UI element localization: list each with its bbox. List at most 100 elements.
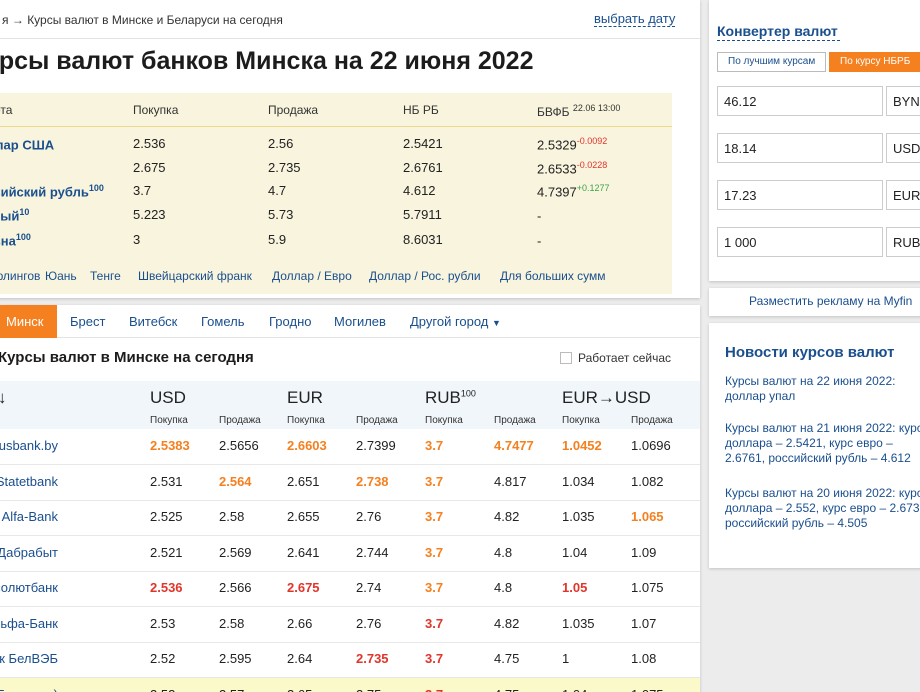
summary-buy: 2.675 [133, 160, 166, 175]
converter-title[interactable]: Конвертер валют [717, 23, 838, 39]
rate-value: 1.0696 [631, 438, 671, 453]
currency-link[interactable]: Для больших сумм [500, 269, 606, 283]
currency-column-header[interactable]: EUR [287, 388, 323, 408]
tab-city[interactable]: Брест [64, 305, 111, 338]
converter-amount-input[interactable]: 46.12 [717, 86, 883, 116]
sell-subheader[interactable]: Продажа [494, 415, 536, 426]
currency-link[interactable]: Швейцарский франк [138, 269, 252, 283]
sort-arrow-icon[interactable]: ↓ [0, 388, 7, 408]
works-now-checkbox[interactable] [560, 352, 572, 364]
tab-city[interactable]: Могилев [328, 305, 392, 338]
sell-subheader[interactable]: Продажа [631, 415, 673, 426]
bank-name-link[interactable]: Альфа-Банк [0, 616, 58, 631]
currency-name[interactable]: Злотый10 [0, 207, 29, 223]
bvfb-time: 22.06 13:00 [572, 103, 621, 113]
buy-subheader[interactable]: Покупка [150, 415, 188, 426]
rate-value: 2.675 [287, 580, 320, 595]
rate-value: 1.075 [631, 687, 664, 692]
bank-name-link[interactable]: InSync by Alfa-Bank [0, 509, 58, 524]
currency-column-header[interactable]: USD [150, 388, 186, 408]
rate-value: 4.82 [494, 615, 520, 631]
bank-name-link[interactable]: Абсолютбанк [0, 580, 58, 595]
buy-subheader[interactable]: Покупка [287, 415, 325, 426]
table-row: Банк ВТБ (Беларусь) 2.52 2.57 2.65 2.75 3.7 4.… [0, 677, 700, 692]
rate-value: 2.569 [219, 544, 252, 560]
rate-value: 4.82 [494, 509, 520, 524]
currency-link[interactable]: Доллар / Евро [272, 269, 352, 283]
summary-nb: 5.7911 [403, 207, 442, 222]
tab-city[interactable]: Гомель [195, 305, 251, 338]
sell-subheader[interactable]: Продажа [219, 415, 261, 426]
table-row: InSync by Alfa-Bank 2.525 2.58 2.655 2.76 3.7… [0, 500, 700, 536]
bank-name-link[interactable]: Банк ВТБ (Беларусь) [0, 687, 58, 692]
rate-value: 2.651 [287, 473, 320, 489]
tab-label: Брест [70, 314, 106, 329]
rate-value: 2.536 [150, 580, 183, 595]
converter-title-underline [717, 40, 840, 41]
converter-amount-input[interactable]: 1 000 [717, 227, 883, 257]
converter-currency-select[interactable]: RUB [886, 227, 920, 257]
currency-name[interactable]: Российский рубль100 [0, 183, 104, 199]
currency-code: RUB [425, 388, 461, 407]
summary-nb: 2.6761 [403, 160, 443, 175]
bank-name-link[interactable]: Банк Дабрабыт [0, 545, 58, 560]
currency-link[interactable]: Доллар / Рос. рубли [369, 269, 481, 283]
currency-name[interactable]: Доллар США [0, 136, 54, 152]
tab-label: Витебск [129, 314, 178, 329]
news-title[interactable]: Новости курсов валют [725, 344, 894, 361]
tab-label: Могилев [334, 314, 386, 329]
tab-city[interactable]: Гродно [263, 305, 317, 338]
table-row: Абсолютбанк 2.536 2.566 2.675 2.74 3.7 4.8 1.05… [0, 571, 700, 607]
sell-subheader[interactable]: Продажа [356, 415, 398, 426]
pick-date-link[interactable]: выбрать дату [594, 11, 676, 27]
summary-table: Валюта Покупка Продажа НБ РБ БВФБ 22.06 … [0, 93, 672, 294]
currency-link[interactable]: Фунт стерлингов [0, 269, 40, 283]
news-item[interactable]: Курсы валют на 20 июня 2022: курс доллар… [725, 486, 920, 531]
currency-column-header[interactable]: EUR→USD [562, 388, 651, 408]
col-sell: Продажа [268, 103, 319, 117]
summary-divider [0, 126, 672, 127]
rate-value: 2.6603 [287, 438, 327, 453]
tab-city[interactable]: Другой город ▼ [404, 305, 507, 338]
works-now-label: Работает сейчас [578, 351, 672, 365]
currency-link[interactable]: Юань [45, 269, 77, 283]
tab-city[interactable]: Минск [0, 305, 57, 338]
buy-subheader[interactable]: Покупка [425, 415, 463, 426]
bank-name-link[interactable]: Belarusbank.by [0, 438, 58, 453]
converter-amount-input[interactable]: 17.23 [717, 180, 883, 210]
buy-subheader[interactable]: Покупка [562, 415, 600, 426]
rate-value: 2.53 [150, 615, 176, 631]
nbrb-rate-toggle[interactable]: По курсу НБРБ [829, 52, 920, 72]
tab-city[interactable]: Витебск [123, 305, 183, 338]
currency-unit: 100 [88, 183, 104, 193]
rate-value: 2.595 [219, 651, 252, 666]
rate-value: 2.641 [287, 544, 320, 560]
summary-sell: 5.9 [268, 232, 287, 247]
converter-currency-select[interactable]: EUR [886, 180, 920, 210]
rate-value: 2.52 [150, 651, 176, 666]
news-card: Новости курсов валют Курсы валют на 22 и… [709, 323, 920, 568]
city-tabs: Минск Брест Витебск Гомель Гродно Могилев Друг… [0, 305, 700, 338]
rate-value: 1.0452 [562, 438, 602, 453]
converter-currency-select[interactable]: USD [886, 133, 920, 163]
currency-name[interactable]: Гривна100 [0, 232, 31, 248]
news-item[interactable]: Курсы валют на 22 июня 2022: доллар упал [725, 374, 920, 404]
rate-value: 1.04 [562, 544, 588, 560]
bvfb-value: 2.6533 [537, 161, 577, 177]
converter-currency-select[interactable]: BYN [886, 86, 920, 116]
rate-value: 2.735 [356, 651, 389, 666]
breadcrumb-prev[interactable]: я → [2, 13, 24, 27]
currency-column-header[interactable]: RUB100 [425, 388, 476, 408]
rate-value: 4.75 [494, 651, 520, 666]
bank-name-link[interactable]: Priorbank / Statetbank [0, 474, 58, 489]
works-now-filter[interactable]: Работает сейчас [560, 351, 671, 365]
currency-link[interactable]: Тенге [90, 269, 121, 283]
best-rates-toggle[interactable]: По лучшим курсам [717, 52, 827, 72]
rate-value: 2.76 [356, 615, 382, 631]
rate-value: 1.08 [631, 651, 657, 666]
converter-amount-input[interactable]: 18.14 [717, 133, 883, 163]
currency-name-text: Гривна [0, 233, 16, 249]
advertise-link[interactable]: Разместить рекламу на Myfin [749, 294, 912, 308]
bank-name-link[interactable]: Банк БелВЭБ [0, 651, 58, 666]
news-item[interactable]: Курсы валют на 21 июня 2022: курс доллар… [725, 421, 920, 466]
